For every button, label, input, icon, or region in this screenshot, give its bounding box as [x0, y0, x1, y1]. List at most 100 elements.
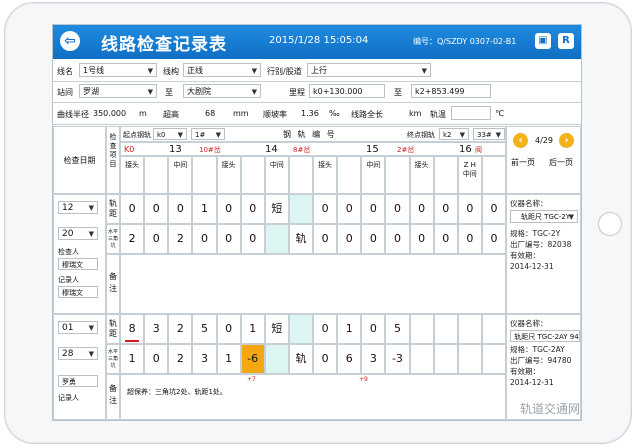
- block1-gauge-cell[interactable]: 1: [192, 194, 217, 224]
- block1-level-cell[interactable]: 0: [481, 224, 506, 254]
- slope-value[interactable]: 1.36: [301, 109, 319, 118]
- block1-level-cell[interactable]: 0: [192, 224, 217, 254]
- block2-gauge-cell[interactable]: 3: [144, 314, 169, 344]
- block2-level-cell[interactable]: [481, 344, 506, 374]
- station-to-select[interactable]: 大剧院 ▼: [183, 84, 261, 98]
- block2-level-cell[interactable]: [433, 344, 458, 374]
- block1-level-cell[interactable]: 0: [337, 224, 362, 254]
- block1-gauge-cell[interactable]: 0: [337, 194, 362, 224]
- sub-header-joint: 接头: [221, 161, 236, 169]
- block2-gauge-cell[interactable]: [433, 314, 458, 344]
- rail-temp-field[interactable]: [451, 106, 491, 120]
- block1-gauge-cell[interactable]: 0: [481, 194, 506, 224]
- tablet-home-button[interactable]: [598, 212, 622, 236]
- block2-level-cell[interactable]: [409, 344, 434, 374]
- block2-gauge-cell[interactable]: [288, 314, 313, 344]
- next-page-icon[interactable]: ›: [559, 133, 574, 148]
- block1-gauge-cell[interactable]: 0: [120, 194, 145, 224]
- block2-level-cell[interactable]: [264, 344, 289, 374]
- superelevation-value[interactable]: 68: [205, 109, 215, 118]
- start-k-select[interactable]: k0 ▼: [153, 128, 187, 140]
- line-select[interactable]: 1号线 ▼: [79, 63, 157, 77]
- block1-level-cell[interactable]: 2: [120, 224, 145, 254]
- block1-remark-field[interactable]: [120, 254, 506, 314]
- block1-gauge-cell[interactable]: 0: [457, 194, 482, 224]
- block2-gauge-cell[interactable]: 5: [192, 314, 217, 344]
- block2-gauge-cell[interactable]: 短: [264, 314, 289, 344]
- block1-level-cell[interactable]: 0: [361, 224, 386, 254]
- block1-gauge-cell[interactable]: 短: [264, 194, 289, 224]
- track-select[interactable]: 正线 ▼: [183, 63, 261, 77]
- block1-instrument-select[interactable]: 轨距尺 TGC-2Y ▼: [510, 210, 578, 223]
- block2-level-cell[interactable]: 2: [168, 344, 193, 374]
- end-k-select[interactable]: k2 ▼: [439, 128, 469, 140]
- block1-level-cell[interactable]: 0: [144, 224, 169, 254]
- prev-page-icon[interactable]: ‹: [513, 133, 528, 148]
- block1-gauge-cell[interactable]: 0: [168, 194, 193, 224]
- block2-gauge-cell[interactable]: 0: [361, 314, 386, 344]
- block2-day-select[interactable]: 28 ▼: [58, 347, 98, 360]
- block2-level-cell[interactable]: 0: [144, 344, 169, 374]
- block2-instrument-field[interactable]: 轨距尺 TGC-2AY 94: [510, 330, 580, 342]
- block1-level-cell[interactable]: [264, 224, 289, 254]
- block2-gauge-cell[interactable]: 2: [168, 314, 193, 344]
- block1-level-cell[interactable]: 0: [433, 224, 458, 254]
- block1-gauge-cell[interactable]: 0: [216, 194, 241, 224]
- prev-page-button[interactable]: 前一页: [511, 157, 535, 168]
- block2-inspector-field[interactable]: 罗勇: [58, 375, 98, 387]
- block1-month-select[interactable]: 12 ▼: [58, 201, 98, 214]
- block2-level-cell[interactable]: 1: [216, 344, 241, 374]
- block2-level-cell[interactable]: 6: [337, 344, 362, 374]
- save-icon[interactable]: ▣: [535, 33, 551, 49]
- block1-level-cell[interactable]: 轨: [288, 224, 313, 254]
- block1-recorder-field[interactable]: 穆瑞文: [58, 286, 98, 298]
- block2-level-cell[interactable]: 3: [192, 344, 217, 374]
- block1-gauge-cell[interactable]: 0: [144, 194, 169, 224]
- block2-level-cell[interactable]: [457, 344, 482, 374]
- block1-level-cell[interactable]: 0: [313, 224, 338, 254]
- block2-month-select[interactable]: 01 ▼: [58, 321, 98, 334]
- block2-level-cell[interactable]: -3: [385, 344, 410, 374]
- block2-level-cell[interactable]: 0: [313, 344, 338, 374]
- block2-level-cell[interactable]: 3: [361, 344, 386, 374]
- block1-gauge-cell[interactable]: 0: [240, 194, 265, 224]
- block1-gauge-cell[interactable]: 0: [409, 194, 434, 224]
- block2-gauge-cell[interactable]: 0: [313, 314, 338, 344]
- curve-value[interactable]: 350.000: [93, 109, 126, 118]
- block1-level-cell[interactable]: 0: [457, 224, 482, 254]
- block1-level-cell[interactable]: 2: [168, 224, 193, 254]
- block2-gauge-cell[interactable]: [457, 314, 482, 344]
- block2-gauge-cell[interactable]: [409, 314, 434, 344]
- block2-gauge-cell[interactable]: 1: [337, 314, 362, 344]
- mileage-from-field[interactable]: k0+130.000: [309, 84, 385, 98]
- start-no-select[interactable]: 1# ▼: [191, 128, 225, 140]
- block1-level-cell[interactable]: 0: [409, 224, 434, 254]
- temp-unit: ℃: [495, 109, 504, 118]
- block2-gauge-cell[interactable]: 0: [216, 314, 241, 344]
- block1-level-cell[interactable]: 0: [216, 224, 241, 254]
- block2-gauge-cell[interactable]: 1: [240, 314, 265, 344]
- block1-gauge-cell[interactable]: [288, 194, 313, 224]
- station-from-select[interactable]: 罗湖 ▼: [79, 84, 157, 98]
- block1-gauge-cell[interactable]: 0: [385, 194, 410, 224]
- block1-day-select[interactable]: 20 ▼: [58, 227, 98, 240]
- block2-remark-field[interactable]: +7 +9 超保养：三角坑2处、轨距1处。: [120, 374, 506, 420]
- direction-select[interactable]: 上行 ▼: [307, 63, 431, 77]
- next-page-button[interactable]: 后一页: [549, 157, 573, 168]
- block1-inspector-field[interactable]: 穆瑞文: [58, 258, 98, 270]
- block1-gauge-cell[interactable]: 0: [433, 194, 458, 224]
- block2-gauge-cell[interactable]: 5: [385, 314, 410, 344]
- block2-level-cell[interactable]: 轨: [288, 344, 313, 374]
- mileage-to-field[interactable]: k2+853.499: [411, 84, 491, 98]
- block2-level-cell[interactable]: -6: [240, 344, 265, 374]
- back-icon[interactable]: ⇦: [60, 31, 80, 51]
- block1-gauge-cell[interactable]: 0: [361, 194, 386, 224]
- block1-level-cell[interactable]: 0: [240, 224, 265, 254]
- block2-level-cell[interactable]: 1: [120, 344, 145, 374]
- end-no-select[interactable]: 33# ▼: [473, 128, 505, 140]
- block2-gauge-cell[interactable]: [481, 314, 506, 344]
- block1-gauge-cell[interactable]: 0: [313, 194, 338, 224]
- reset-icon[interactable]: R: [558, 33, 574, 49]
- date-header: 检查日期: [53, 126, 106, 194]
- block1-level-cell[interactable]: 0: [385, 224, 410, 254]
